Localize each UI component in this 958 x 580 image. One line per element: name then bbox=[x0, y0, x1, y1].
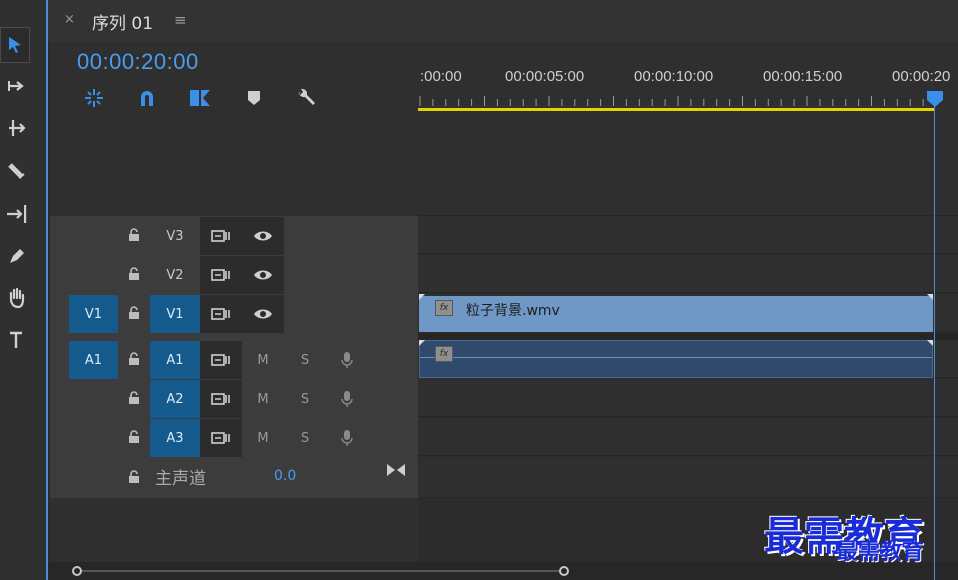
razor-tool-icon[interactable] bbox=[0, 154, 34, 190]
pen-tool-icon[interactable] bbox=[0, 238, 34, 274]
track-lane-v3[interactable] bbox=[418, 216, 958, 254]
track-name-v2[interactable]: V2 bbox=[150, 256, 200, 294]
master-track-label: 主声道 bbox=[155, 469, 206, 489]
audio-volume-line[interactable] bbox=[420, 357, 932, 358]
lock-icon[interactable] bbox=[124, 263, 144, 285]
sync-lock-icon[interactable] bbox=[200, 256, 242, 294]
eye-visibility-icon[interactable] bbox=[242, 256, 284, 294]
sync-lock-icon[interactable] bbox=[200, 341, 242, 379]
slip-tool-icon[interactable] bbox=[0, 196, 34, 232]
video-clip-name: 粒子背景.wmv bbox=[466, 303, 560, 319]
master-volume-value[interactable]: 0.0 bbox=[274, 468, 296, 484]
scroll-left-handle[interactable] bbox=[72, 566, 82, 576]
nest-sequence-icon[interactable] bbox=[82, 86, 106, 110]
voiceover-mic-icon[interactable] bbox=[337, 419, 357, 457]
track-name-a1[interactable]: A1 bbox=[150, 341, 200, 379]
eye-visibility-icon[interactable] bbox=[242, 217, 284, 255]
fx-badge-icon[interactable]: fx bbox=[435, 300, 453, 316]
playhead-timecode[interactable]: 00:00:20:00 bbox=[77, 49, 199, 75]
mute-button[interactable]: M bbox=[253, 419, 273, 457]
track-lane-a3[interactable] bbox=[418, 418, 958, 456]
panel-menu-icon[interactable]: ≡ bbox=[174, 11, 187, 29]
video-audio-divider[interactable] bbox=[418, 333, 958, 340]
ruler-ticks bbox=[419, 96, 937, 106]
eye-visibility-icon[interactable] bbox=[242, 295, 284, 333]
ruler-label: 00:00:05:00 bbox=[505, 68, 585, 85]
track-name-v1[interactable]: V1 bbox=[150, 295, 200, 333]
ruler-label: 00:00:10:00 bbox=[634, 68, 714, 85]
clip-start-marker bbox=[419, 340, 425, 346]
panel-focus-edge bbox=[46, 0, 48, 580]
sequence-tab-title[interactable]: 序列 01 bbox=[92, 9, 153, 34]
close-tab-button[interactable]: × bbox=[64, 12, 75, 27]
playhead-handle-icon[interactable] bbox=[926, 90, 944, 108]
solo-button[interactable]: S bbox=[295, 380, 315, 418]
solo-button[interactable]: S bbox=[295, 419, 315, 457]
clip-start-marker bbox=[419, 294, 425, 300]
sync-lock-icon[interactable] bbox=[200, 419, 242, 457]
snap-magnet-icon[interactable] bbox=[135, 86, 159, 110]
audio-clip[interactable] bbox=[419, 340, 933, 378]
sync-lock-icon[interactable] bbox=[200, 380, 242, 418]
lock-icon[interactable] bbox=[124, 387, 144, 409]
ruler-label: 00:00:15:00 bbox=[763, 68, 843, 85]
track-name-a3[interactable]: A3 bbox=[150, 419, 200, 457]
lock-icon[interactable] bbox=[124, 224, 144, 246]
track-lane-a2[interactable] bbox=[418, 379, 958, 417]
linked-selection-icon[interactable] bbox=[188, 86, 212, 110]
work-area-bar[interactable] bbox=[418, 108, 934, 111]
bowtie-expand-icon[interactable] bbox=[386, 462, 406, 482]
playhead-line[interactable] bbox=[934, 106, 935, 580]
ripple-edit-tool-icon[interactable] bbox=[0, 110, 34, 146]
track-select-tool-icon[interactable] bbox=[0, 68, 34, 104]
clip-end-marker bbox=[927, 340, 933, 346]
lock-icon[interactable] bbox=[124, 466, 144, 488]
mute-button[interactable]: M bbox=[253, 341, 273, 379]
scroll-right-handle[interactable] bbox=[559, 566, 569, 576]
hand-tool-icon[interactable] bbox=[0, 280, 34, 316]
timeline-empty-area bbox=[418, 112, 958, 216]
solo-button[interactable]: S bbox=[295, 341, 315, 379]
voiceover-mic-icon[interactable] bbox=[337, 380, 357, 418]
add-marker-icon[interactable] bbox=[242, 86, 266, 110]
fx-badge-icon[interactable]: fx bbox=[435, 346, 453, 362]
track-lane-master[interactable] bbox=[418, 457, 958, 498]
source-patch-a1[interactable]: A1 bbox=[69, 341, 118, 379]
lock-icon[interactable] bbox=[124, 348, 144, 370]
lock-icon[interactable] bbox=[124, 302, 144, 324]
voiceover-mic-icon[interactable] bbox=[337, 341, 357, 379]
track-name-v3[interactable]: V3 bbox=[150, 217, 200, 255]
ruler-label: 00:00:20 bbox=[892, 68, 951, 85]
lock-icon[interactable] bbox=[124, 426, 144, 448]
track-name-a2[interactable]: A2 bbox=[150, 380, 200, 418]
ruler-label: :00:00 bbox=[420, 68, 462, 85]
timeline-settings-wrench-icon[interactable] bbox=[294, 86, 318, 110]
track-lane-v2[interactable] bbox=[418, 255, 958, 293]
watermark-small: 最需教育 bbox=[836, 539, 925, 565]
selection-tool-icon[interactable] bbox=[0, 27, 30, 63]
clip-end-marker bbox=[927, 294, 933, 300]
sync-lock-icon[interactable] bbox=[200, 295, 242, 333]
type-tool-icon[interactable] bbox=[0, 322, 34, 358]
scroll-track[interactable] bbox=[82, 570, 560, 572]
sync-lock-icon[interactable] bbox=[200, 217, 242, 255]
track-header-bottom bbox=[50, 498, 418, 562]
mute-button[interactable]: M bbox=[253, 380, 273, 418]
source-patch-v1[interactable]: V1 bbox=[69, 295, 118, 333]
